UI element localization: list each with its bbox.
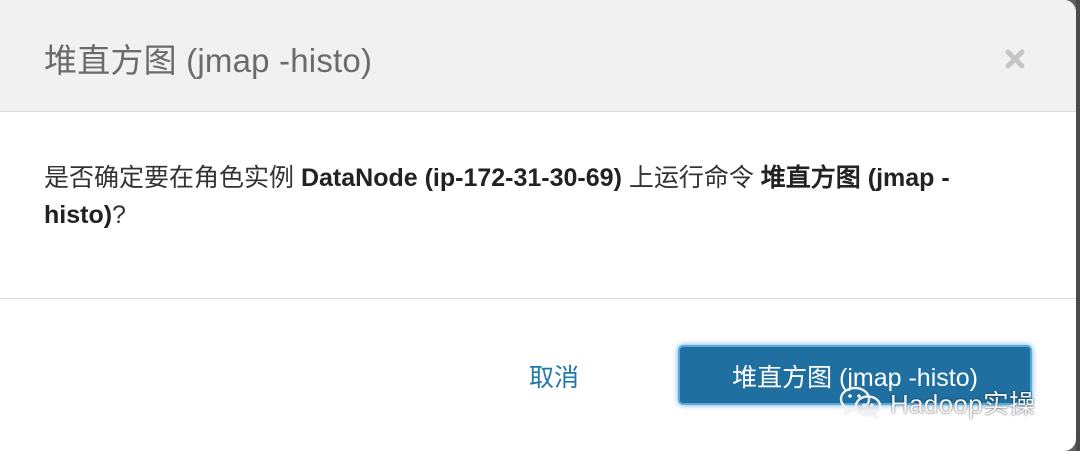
background-edge	[1076, 0, 1080, 451]
watermark: Hadoop实操	[838, 384, 1035, 420]
dialog-title: 堆直方图 (jmap -histo)	[44, 42, 373, 79]
wechat-icon	[839, 386, 882, 420]
close-icon	[1005, 49, 1025, 69]
close-button[interactable]	[1000, 44, 1030, 74]
cancel-button[interactable]: 取消	[516, 356, 592, 396]
message-suffix: ?	[112, 201, 126, 229]
message-middle: 上运行命令	[621, 164, 761, 192]
role-instance-name: DataNode (ip-172-31-30-69)	[300, 164, 622, 192]
confirm-message: 是否确定要在角色实例 DataNode (ip-172-31-30-69) 上运…	[44, 160, 1024, 234]
confirm-dialog: 堆直方图 (jmap -histo) 是否确定要在角色实例 DataNode (…	[0, 0, 1076, 451]
watermark-text: Hadoop实操	[890, 388, 1036, 419]
dialog-header: 堆直方图 (jmap -histo)	[0, 0, 1076, 112]
message-prefix: 是否确定要在角色实例	[44, 164, 301, 192]
